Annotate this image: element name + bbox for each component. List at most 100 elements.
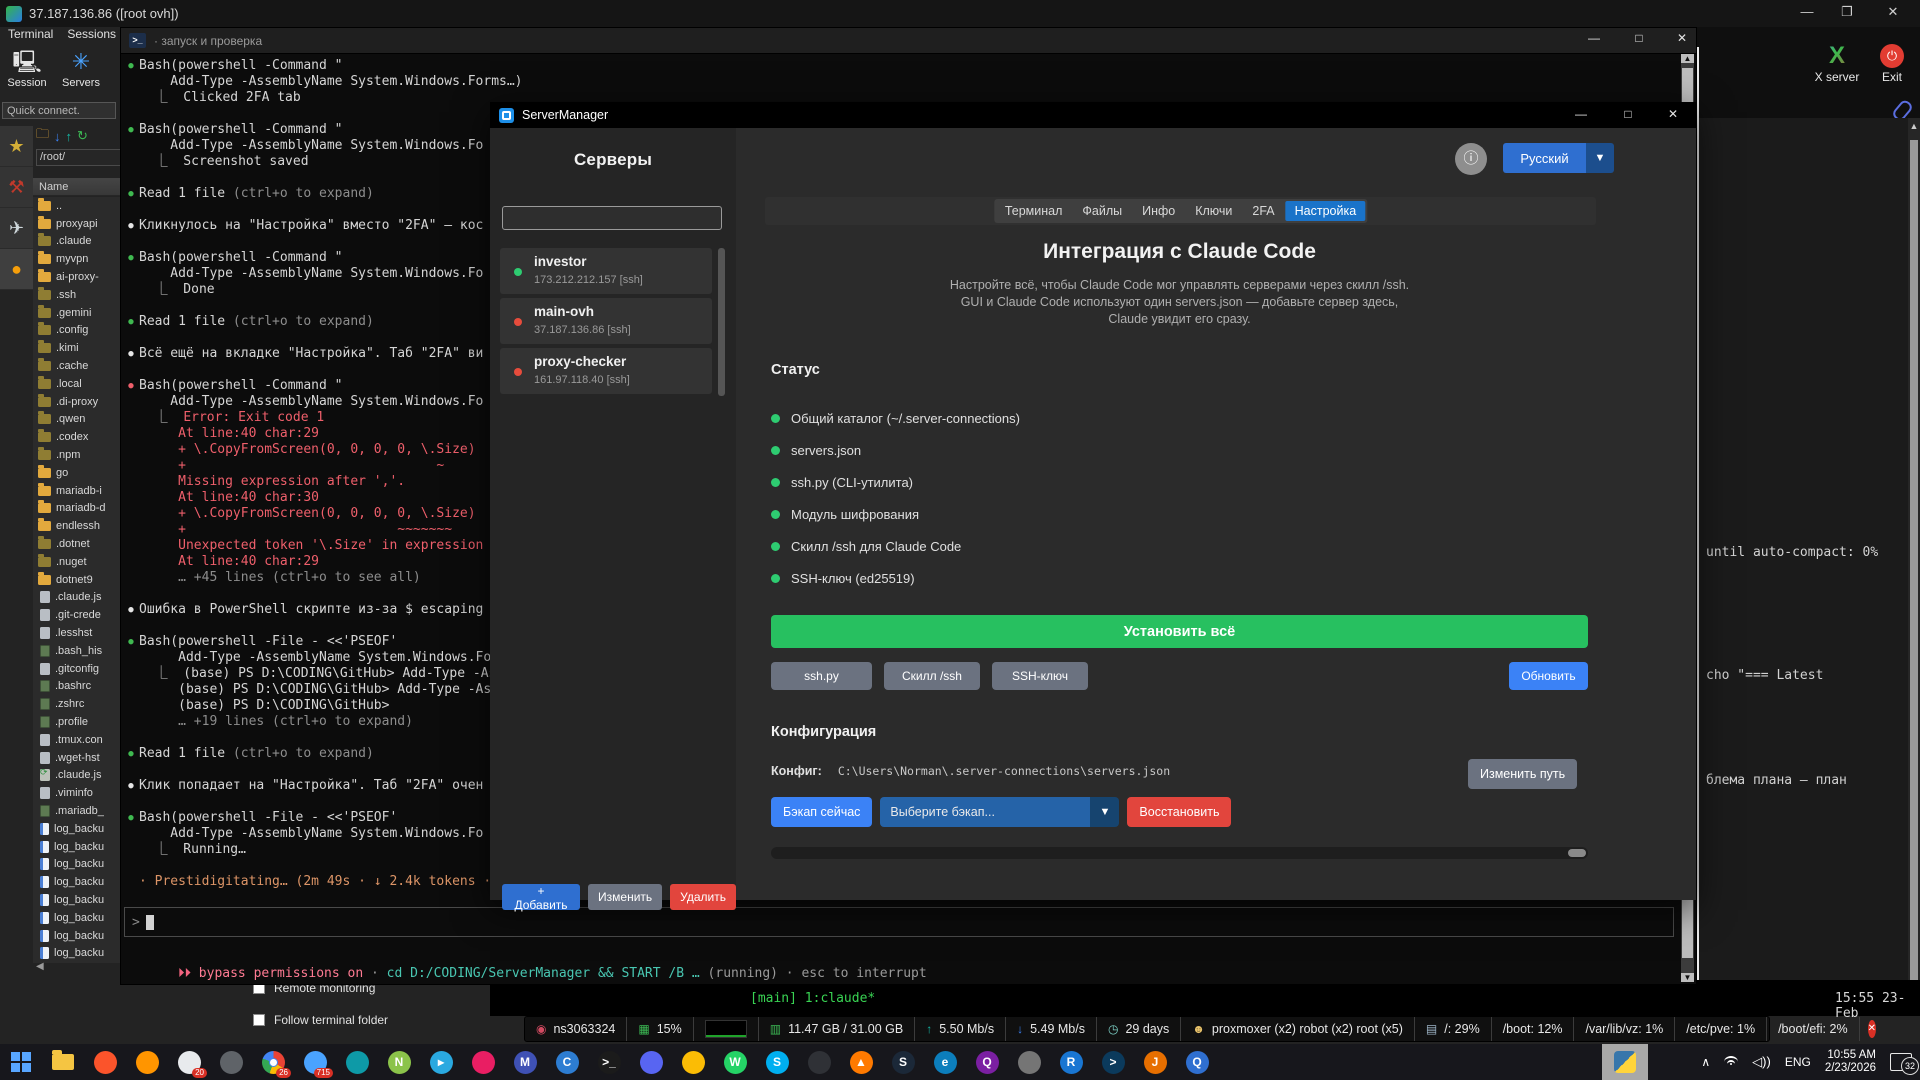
file-row[interactable]: .bash_his xyxy=(33,642,120,660)
sm-maximize-button[interactable]: □ xyxy=(1615,107,1641,121)
terminal-close-button[interactable]: ✕ xyxy=(1669,31,1695,45)
file-row[interactable]: mariadb-d xyxy=(33,500,120,518)
taskbar-icon-12[interactable] xyxy=(462,1044,504,1080)
horizontal-scrollbar[interactable] xyxy=(771,847,1588,859)
file-row[interactable]: .git-crede xyxy=(33,606,120,624)
add-server-button[interactable]: + Добавить xyxy=(502,884,580,910)
tray-clock[interactable]: 10:55 AM 2/23/2026 xyxy=(1825,1049,1876,1075)
file-row[interactable]: .tmux.con xyxy=(33,731,120,749)
follow-folder-checkbox[interactable] xyxy=(253,1014,265,1026)
folder-up-icon[interactable]: 🗀 xyxy=(36,125,49,147)
tab-инфо[interactable]: Инфо xyxy=(1133,201,1184,221)
menu-terminal[interactable]: Terminal xyxy=(8,27,53,47)
taskbar-icon-21[interactable]: ▲ xyxy=(840,1044,882,1080)
close-button[interactable]: ✕ xyxy=(1878,4,1908,20)
file-row[interactable]: .claude xyxy=(33,233,120,251)
send-plane-icon[interactable]: ✈ xyxy=(0,208,33,249)
taskbar-icon-28[interactable]: J xyxy=(1134,1044,1176,1080)
speaker-icon[interactable]: ◁)) xyxy=(1752,1054,1771,1070)
taskbar-icon-14[interactable]: C xyxy=(546,1044,588,1080)
sm-minimize-button[interactable]: — xyxy=(1568,107,1594,121)
x-server-button[interactable]: X X server xyxy=(1807,42,1867,84)
backup-select[interactable]: Выберите бэкап... ▼ xyxy=(880,797,1119,827)
file-row[interactable]: .ssh xyxy=(33,286,120,304)
backup-now-button[interactable]: Бэкап сейчас xyxy=(771,797,872,827)
servers-button[interactable]: ✳ Servers xyxy=(54,47,108,99)
server-list-item[interactable]: main-ovh37.187.136.86 [ssh] xyxy=(500,298,712,344)
horizontal-scrollbar-thumb[interactable] xyxy=(1568,849,1586,857)
terminal-maximize-button[interactable]: □ xyxy=(1626,31,1652,45)
ssh-key-button[interactable]: SSH-ключ xyxy=(992,662,1088,690)
exit-button[interactable]: ⏻ Exit xyxy=(1872,42,1912,84)
files-column-header[interactable]: Name xyxy=(33,178,120,196)
scroll-left-icon[interactable]: ◀ xyxy=(36,961,44,972)
taskbar-icon-5[interactable]: 20 xyxy=(168,1044,210,1080)
restore-button[interactable]: Восстановить xyxy=(1127,797,1231,827)
wifi-icon[interactable] xyxy=(1724,1056,1738,1068)
notification-icon[interactable]: 32 xyxy=(1890,1053,1912,1071)
taskbar-icon-19[interactable]: S xyxy=(756,1044,798,1080)
file-row[interactable]: proxyapi xyxy=(33,215,120,233)
file-row[interactable]: .kimi xyxy=(33,339,120,357)
taskbar-icon-20[interactable] xyxy=(798,1044,840,1080)
tab-настройка[interactable]: Настройка xyxy=(1286,201,1366,221)
file-row[interactable]: log_backu xyxy=(33,873,120,891)
taskbar-icon-16[interactable] xyxy=(630,1044,672,1080)
globe-icon[interactable]: ● xyxy=(0,249,33,290)
menu-sessions[interactable]: Sessions xyxy=(67,27,116,47)
taskbar-icon-15[interactable]: >_ xyxy=(588,1044,630,1080)
scroll-up-icon[interactable]: ▲ xyxy=(1908,121,1920,131)
file-row[interactable]: myvpn xyxy=(33,250,120,268)
refresh-icon[interactable]: ↻ xyxy=(77,128,88,144)
taskbar-icon-25[interactable] xyxy=(1008,1044,1050,1080)
file-row[interactable]: .npm xyxy=(33,446,120,464)
taskbar-icon-23[interactable]: e xyxy=(924,1044,966,1080)
tray-chevron-icon[interactable]: ∧ xyxy=(1701,1055,1710,1069)
favorites-star-icon[interactable]: ★ xyxy=(0,126,33,167)
taskbar-icon-8[interactable]: 715 xyxy=(294,1044,336,1080)
taskbar-icon-3[interactable] xyxy=(84,1044,126,1080)
file-row[interactable]: .mariadb_ xyxy=(33,802,120,820)
file-row[interactable]: .viminfo xyxy=(33,784,120,802)
quick-connect-input[interactable]: Quick connect. xyxy=(2,102,116,119)
language-indicator[interactable]: ENG xyxy=(1785,1055,1811,1069)
taskbar-icon-7[interactable]: 26 xyxy=(252,1044,294,1080)
terminal-tab-title[interactable]: · запуск и проверка xyxy=(154,34,262,48)
sm-close-button[interactable]: ✕ xyxy=(1660,107,1686,121)
file-row[interactable]: ai-proxy- xyxy=(33,268,120,286)
server-search-input[interactable] xyxy=(502,206,722,230)
change-path-button[interactable]: Изменить путь xyxy=(1468,759,1577,789)
terminal-input[interactable]: > xyxy=(124,907,1674,937)
file-row[interactable]: .profile xyxy=(33,713,120,731)
file-row[interactable]: go xyxy=(33,464,120,482)
taskbar-icon-11[interactable]: ▸ xyxy=(420,1044,462,1080)
server-list-scrollbar[interactable] xyxy=(718,248,725,396)
download-icon[interactable]: ↓ xyxy=(54,129,61,144)
file-row[interactable]: .zshrc xyxy=(33,695,120,713)
tab-2fa[interactable]: 2FA xyxy=(1243,201,1283,221)
file-row[interactable]: .claude.js xyxy=(33,767,120,785)
file-row[interactable]: log_backu xyxy=(33,820,120,838)
taskbar-icon-18[interactable]: W xyxy=(714,1044,756,1080)
refresh-button[interactable]: Обновить xyxy=(1509,662,1588,690)
file-row[interactable]: .lesshst xyxy=(33,624,120,642)
tab-файлы[interactable]: Файлы xyxy=(1073,201,1131,221)
file-row[interactable]: .claude.js xyxy=(33,589,120,607)
taskbar-icon-10[interactable]: N xyxy=(378,1044,420,1080)
file-row[interactable]: endlessh xyxy=(33,517,120,535)
taskbar-icon-27[interactable]: > xyxy=(1092,1044,1134,1080)
file-row[interactable]: .dotnet xyxy=(33,535,120,553)
taskbar-icon-26[interactable]: R xyxy=(1050,1044,1092,1080)
path-input[interactable]: /root/ xyxy=(36,149,123,166)
taskbar-icon-9[interactable] xyxy=(336,1044,378,1080)
delete-server-button[interactable]: Удалить xyxy=(670,884,736,910)
taskbar-icon-24[interactable]: Q xyxy=(966,1044,1008,1080)
taskbar-icon-13[interactable]: M xyxy=(504,1044,546,1080)
file-row[interactable]: log_backu xyxy=(33,891,120,909)
file-row[interactable]: log_backu xyxy=(33,855,120,873)
file-row[interactable]: .qwen xyxy=(33,411,120,429)
info-button[interactable]: ⓘ xyxy=(1455,143,1487,175)
tools-knife-icon[interactable]: ⚒ xyxy=(0,167,33,208)
file-row[interactable]: .gemini xyxy=(33,304,120,322)
minimize-button[interactable]: — xyxy=(1792,4,1822,19)
